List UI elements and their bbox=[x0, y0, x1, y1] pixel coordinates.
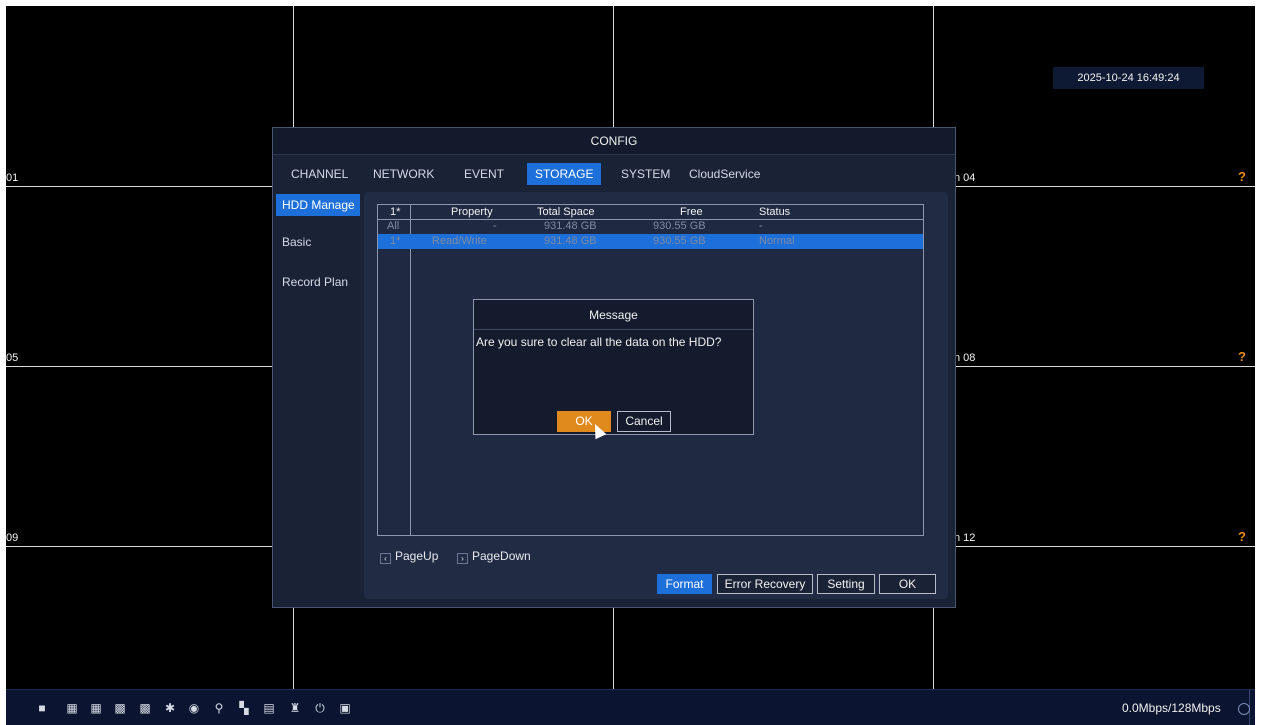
record-icon[interactable]: ▚ bbox=[238, 702, 250, 714]
quad-view-icon[interactable]: ▦ bbox=[66, 702, 78, 714]
table-cell: Normal bbox=[759, 235, 795, 247]
tab-network[interactable]: NETWORK bbox=[371, 163, 436, 185]
tab-event[interactable]: EVENT bbox=[462, 163, 506, 185]
table-cell: 931.48 GB bbox=[544, 235, 597, 247]
ok-button[interactable]: OK bbox=[879, 574, 936, 594]
message-cancel-button[interactable]: Cancel bbox=[617, 411, 671, 432]
table-cell: 931.48 GB bbox=[544, 220, 597, 232]
playback-icon[interactable]: ◉ bbox=[188, 702, 200, 714]
message-text: Are you sure to clear all the data on th… bbox=[476, 335, 722, 349]
page-down-button[interactable]: › PageDown bbox=[457, 549, 531, 564]
table-column-divider bbox=[410, 205, 411, 535]
message-title: Message bbox=[474, 300, 753, 330]
table-cell: Read/Write bbox=[432, 235, 487, 247]
config-title: CONFIG bbox=[273, 128, 955, 155]
format-button[interactable]: Format bbox=[657, 574, 712, 594]
page-up-button[interactable]: ‹ PageUp bbox=[380, 549, 438, 564]
table-cell: 930.55 GB bbox=[653, 220, 706, 232]
error-recovery-button[interactable]: Error Recovery bbox=[717, 574, 813, 594]
camera-label-05: 05 bbox=[6, 352, 19, 364]
sixteen-view-icon[interactable]: ▩ bbox=[114, 702, 126, 714]
table-row-selected[interactable]: 1* Read/Write 931.48 GB 930.55 GB Normal bbox=[378, 234, 923, 249]
table-header-property: Property bbox=[451, 206, 493, 218]
patrol-icon[interactable]: ✱ bbox=[164, 702, 176, 714]
page-up-label: PageUp bbox=[395, 549, 439, 563]
config-icon[interactable]: ▤ bbox=[263, 702, 275, 714]
camera-04-no-signal-icon: ? bbox=[1238, 169, 1246, 184]
table-header-divider bbox=[378, 219, 923, 220]
sidebar-item-record-plan[interactable]: Record Plan bbox=[276, 271, 360, 293]
tab-storage[interactable]: STORAGE bbox=[527, 163, 602, 185]
table-cell: 930.55 GB bbox=[653, 235, 706, 247]
table-header-status: Status bbox=[759, 206, 791, 218]
chevron-left-icon: ‹ bbox=[380, 553, 391, 564]
camera-label-12: n 12 bbox=[954, 532, 976, 544]
message-dialog: Message Are you sure to clear all the da… bbox=[473, 299, 754, 435]
table-cell: 1* bbox=[390, 235, 401, 247]
clock: 2025-10-24 16:49:24 bbox=[1053, 67, 1204, 89]
sidebar-item-basic[interactable]: Basic bbox=[276, 231, 360, 253]
camera-label-09: 09 bbox=[6, 532, 19, 544]
table-header-total-space: Total Space bbox=[537, 206, 595, 218]
camera-label-08: n 08 bbox=[954, 352, 976, 364]
taskbar: ■ ▦ ▦ ▩ ▩ ✱ ◉ ⚲ ▚ ▤ ♜ ⏻ ▣ 0.0Mbps/128Mbp… bbox=[6, 689, 1255, 725]
setting-button[interactable]: Setting bbox=[817, 574, 875, 594]
chevron-right-icon: › bbox=[457, 553, 468, 564]
bandwidth-readout: 0.0Mbps/128Mbps bbox=[1122, 701, 1221, 715]
search-icon[interactable]: ⚲ bbox=[213, 702, 225, 714]
tab-system[interactable]: SYSTEM bbox=[619, 163, 672, 185]
camera-12-no-signal-icon: ? bbox=[1238, 529, 1246, 544]
table-header-index: 1* bbox=[390, 206, 401, 218]
nine-view-icon[interactable]: ▦ bbox=[90, 702, 102, 714]
table-cell: - bbox=[759, 220, 763, 232]
camera-label-04: n 04 bbox=[954, 172, 976, 184]
tab-channel[interactable]: CHANNEL bbox=[289, 163, 350, 185]
table-cell: - bbox=[493, 220, 497, 232]
camera-label-01: 01 bbox=[6, 172, 19, 184]
camera-08-no-signal-icon: ? bbox=[1238, 349, 1246, 364]
power-icon[interactable]: ⏻ bbox=[314, 702, 326, 714]
info-icon[interactable]: ▣ bbox=[339, 702, 351, 714]
single-view-icon[interactable]: ■ bbox=[36, 702, 48, 714]
taskbar-expand-icon[interactable] bbox=[1238, 703, 1250, 715]
tab-cloudservice[interactable]: CloudService bbox=[687, 163, 762, 185]
alarm-icon[interactable]: ♜ bbox=[289, 702, 301, 714]
sidebar-item-hdd-manage[interactable]: HDD Manage bbox=[276, 194, 360, 216]
sixteen-view-alt-icon[interactable]: ▩ bbox=[139, 702, 151, 714]
page-down-label: PageDown bbox=[472, 549, 531, 563]
table-cell: All bbox=[387, 220, 400, 232]
table-header-free: Free bbox=[680, 206, 703, 218]
